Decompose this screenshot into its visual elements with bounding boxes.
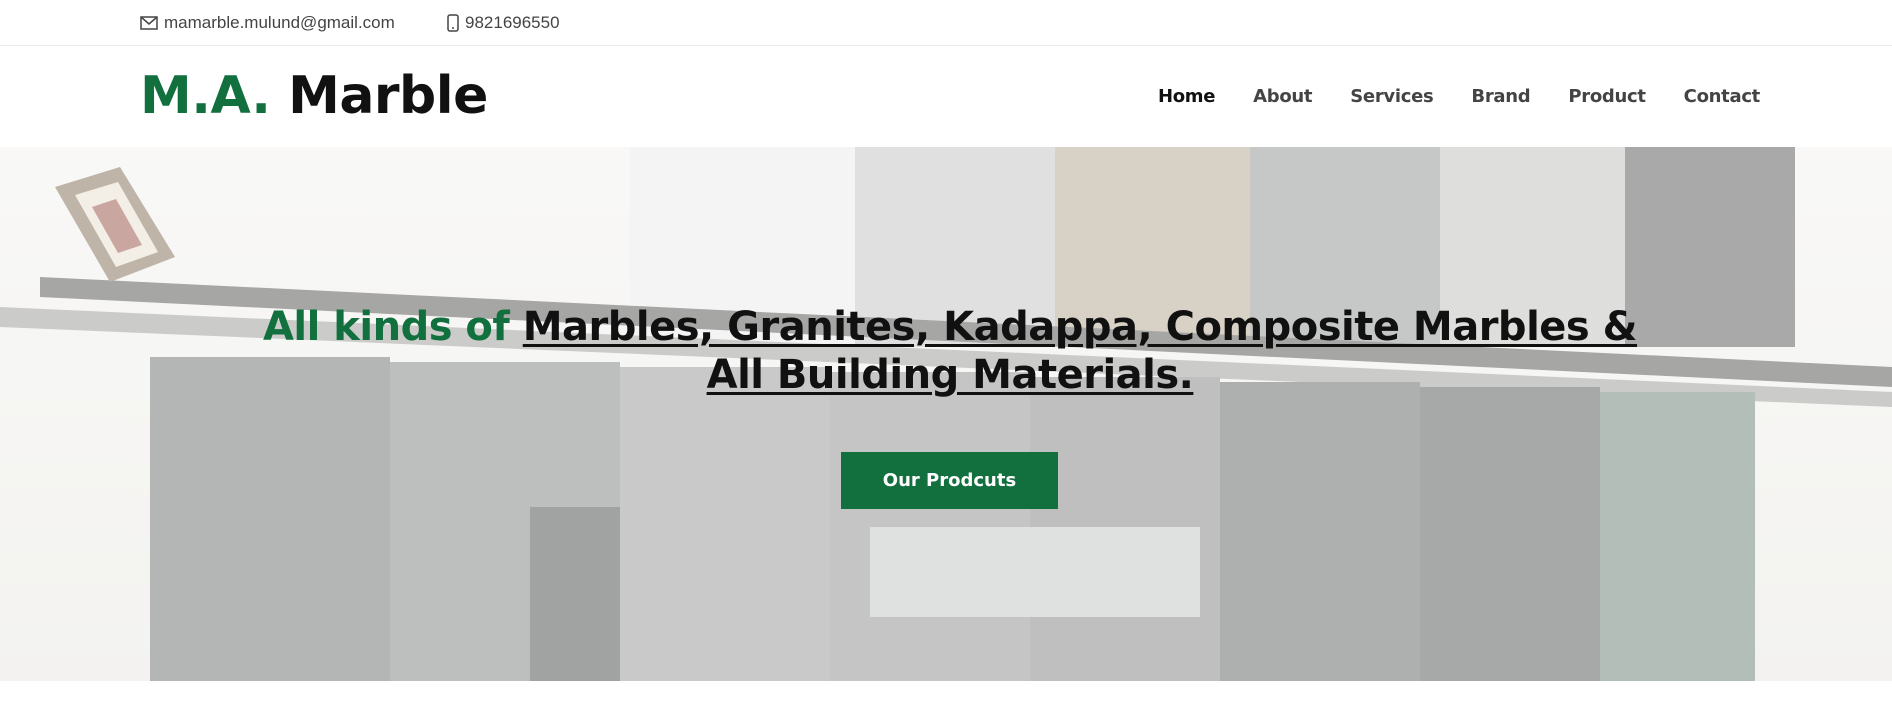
top-contact-bar: mamarble.mulund@gmail.com 9821696550 xyxy=(0,0,1892,46)
logo-main: Marble xyxy=(288,66,488,126)
our-products-button[interactable]: Our Prodcuts xyxy=(841,452,1058,509)
phone-text: 9821696550 xyxy=(465,12,560,32)
site-header: M.A. Marble Home About Services Brand Pr… xyxy=(0,46,1892,147)
hero-overlay xyxy=(0,147,1892,681)
nav-product[interactable]: Product xyxy=(1568,86,1646,107)
headline-line-2: All Building Materials. xyxy=(706,352,1194,398)
nav-home[interactable]: Home xyxy=(1158,86,1216,107)
hero-headline: All kinds of Marbles, Granites, Kadappa,… xyxy=(250,303,1650,399)
headline-prefix: All kinds of xyxy=(262,304,510,350)
hero-section: All kinds of Marbles, Granites, Kadappa,… xyxy=(0,147,1892,681)
nav-contact[interactable]: Contact xyxy=(1684,86,1761,107)
logo-accent: M.A. xyxy=(140,66,271,126)
email-text: mamarble.mulund@gmail.com xyxy=(164,12,395,32)
mobile-phone-icon xyxy=(447,13,459,32)
nav-brand[interactable]: Brand xyxy=(1471,86,1530,107)
envelope-icon xyxy=(140,15,158,30)
nav-about[interactable]: About xyxy=(1253,86,1312,107)
nav-services[interactable]: Services xyxy=(1350,86,1433,107)
phone-contact[interactable]: 9821696550 xyxy=(447,0,560,45)
site-logo[interactable]: M.A. Marble xyxy=(140,64,488,128)
email-contact[interactable]: mamarble.mulund@gmail.com xyxy=(140,0,395,45)
headline-line-1: Marbles, Granites, Kadappa, Composite Ma… xyxy=(522,304,1638,350)
main-nav: Home About Services Brand Product Contac… xyxy=(1158,46,1760,147)
